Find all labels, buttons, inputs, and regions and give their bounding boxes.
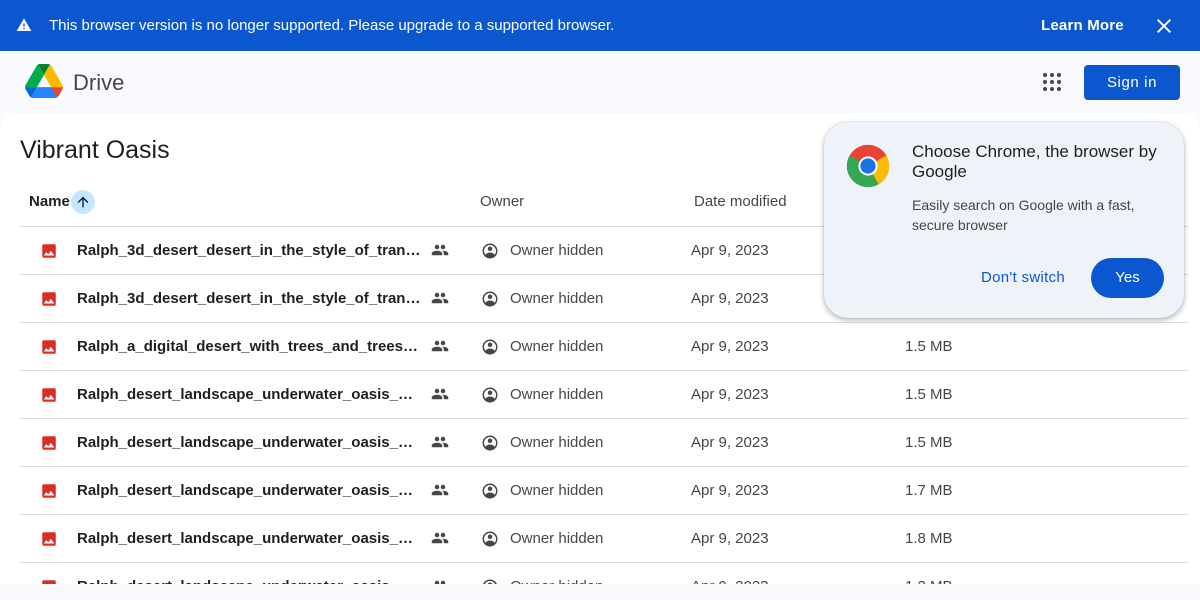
image-file-icon bbox=[42, 484, 56, 498]
image-file-icon bbox=[42, 244, 56, 258]
account-circle-icon bbox=[483, 579, 497, 584]
file-owner: Owner hidden bbox=[510, 242, 604, 259]
shared-people-icon bbox=[431, 532, 449, 544]
file-size: 1.5 MB bbox=[905, 338, 953, 355]
image-file-icon bbox=[42, 388, 56, 402]
image-file-icon bbox=[42, 340, 56, 354]
file-name: Ralph_desert_landscape_underwater_oasis_… bbox=[77, 386, 422, 403]
account-circle-icon bbox=[482, 387, 498, 403]
account-circle-icon bbox=[482, 291, 498, 307]
file-name: Ralph_3d_desert_desert_in_the_style_of_t… bbox=[77, 242, 422, 259]
file-size: 1.5 MB bbox=[905, 434, 953, 451]
file-date: Apr 9, 2023 bbox=[691, 386, 769, 403]
account-circle-icon bbox=[482, 531, 498, 547]
close-icon[interactable] bbox=[1152, 14, 1176, 38]
shared-people-icon bbox=[431, 244, 449, 256]
column-name[interactable]: Name bbox=[29, 178, 70, 226]
arrow-up-icon bbox=[77, 196, 89, 208]
file-date: Apr 9, 2023 bbox=[691, 482, 769, 499]
shared-people-icon bbox=[431, 340, 449, 352]
file-size: 1.2 MB bbox=[905, 563, 953, 584]
file-owner: Owner hidden bbox=[510, 290, 604, 307]
shared-people-icon bbox=[431, 292, 449, 304]
file-row[interactable]: Ralph_desert_landscape_underwater_oasis_… bbox=[20, 515, 1188, 563]
image-file-icon bbox=[42, 532, 56, 546]
promo-body: Easily search on Google with a fast, sec… bbox=[912, 197, 1135, 233]
file-owner: Owner hidden bbox=[510, 434, 604, 451]
file-row[interactable]: Ralph_desert_landscape_underwater_oasis_… bbox=[20, 419, 1188, 467]
file-size: 1.7 MB bbox=[905, 482, 953, 499]
image-file-icon bbox=[42, 436, 56, 450]
file-size: 1.8 MB bbox=[905, 530, 953, 547]
file-name: Ralph_desert_landscape_underwater_oasis_… bbox=[77, 482, 422, 499]
account-circle-icon bbox=[482, 243, 498, 259]
sort-direction-button[interactable] bbox=[71, 190, 95, 214]
banner-message: This browser version is no longer suppor… bbox=[49, 17, 615, 34]
app-header: Drive Sign in bbox=[0, 51, 1200, 114]
image-file-icon bbox=[42, 580, 56, 584]
file-date: Apr 9, 2023 bbox=[691, 338, 769, 355]
file-date: Apr 9, 2023 bbox=[691, 563, 769, 584]
file-date: Apr 9, 2023 bbox=[691, 290, 769, 307]
sign-in-button[interactable]: Sign in bbox=[1084, 65, 1180, 100]
shared-people-icon bbox=[431, 484, 449, 496]
chrome-logo-icon bbox=[846, 144, 890, 188]
chrome-promo-dialog: Choose Chrome, the browser by Google Eas… bbox=[824, 122, 1184, 318]
file-name: Ralph_3d_desert_desert_in_the_style_of_t… bbox=[77, 290, 422, 307]
file-date: Apr 9, 2023 bbox=[691, 242, 769, 259]
file-owner: Owner hidden bbox=[510, 338, 604, 355]
shared-people-icon bbox=[431, 436, 449, 448]
file-date: Apr 9, 2023 bbox=[691, 434, 769, 451]
file-row[interactable]: Ralph_a_digital_desert_with_trees_and_tr… bbox=[20, 323, 1188, 371]
column-date-modified[interactable]: Date modified bbox=[694, 178, 787, 226]
column-owner[interactable]: Owner bbox=[480, 178, 524, 226]
file-name: Ralph_desert_landscape_underwater_oasis_… bbox=[77, 530, 422, 547]
file-name: Ralph_desert_landscape_underwater_oasis_… bbox=[77, 563, 422, 584]
unsupported-browser-banner: This browser version is no longer suppor… bbox=[0, 0, 1200, 51]
drive-logo[interactable] bbox=[25, 64, 63, 98]
file-size: 1.5 MB bbox=[905, 386, 953, 403]
file-name: Ralph_desert_landscape_underwater_oasis_… bbox=[77, 434, 422, 451]
file-row[interactable]: Ralph_desert_landscape_underwater_oasis_… bbox=[20, 467, 1188, 515]
file-owner: Owner hidden bbox=[510, 530, 604, 547]
image-file-icon bbox=[42, 292, 56, 306]
file-owner: Owner hidden bbox=[510, 386, 604, 403]
account-circle-icon bbox=[482, 483, 498, 499]
yes-button[interactable]: Yes bbox=[1091, 258, 1164, 298]
file-owner: Owner hidden bbox=[510, 563, 603, 584]
file-row[interactable]: Ralph_desert_landscape_underwater_oasis_… bbox=[20, 563, 1188, 584]
file-row[interactable]: Ralph_desert_landscape_underwater_oasis_… bbox=[20, 371, 1188, 419]
promo-title: Choose Chrome, the browser by Google bbox=[912, 142, 1157, 181]
account-circle-icon bbox=[482, 435, 498, 451]
learn-more-button[interactable]: Learn More bbox=[1030, 9, 1135, 43]
file-name: Ralph_a_digital_desert_with_trees_and_tr… bbox=[77, 338, 422, 355]
product-name: Drive bbox=[73, 70, 125, 95]
shared-people-icon bbox=[431, 388, 449, 400]
folder-title: Vibrant Oasis bbox=[20, 136, 170, 164]
dont-switch-button[interactable]: Don't switch bbox=[967, 258, 1079, 298]
account-circle-icon bbox=[482, 339, 498, 355]
file-owner: Owner hidden bbox=[510, 482, 604, 499]
apps-grid-icon[interactable] bbox=[1040, 70, 1064, 94]
file-date: Apr 9, 2023 bbox=[691, 530, 769, 547]
shared-people-icon bbox=[434, 580, 446, 584]
warning-icon bbox=[16, 18, 32, 31]
